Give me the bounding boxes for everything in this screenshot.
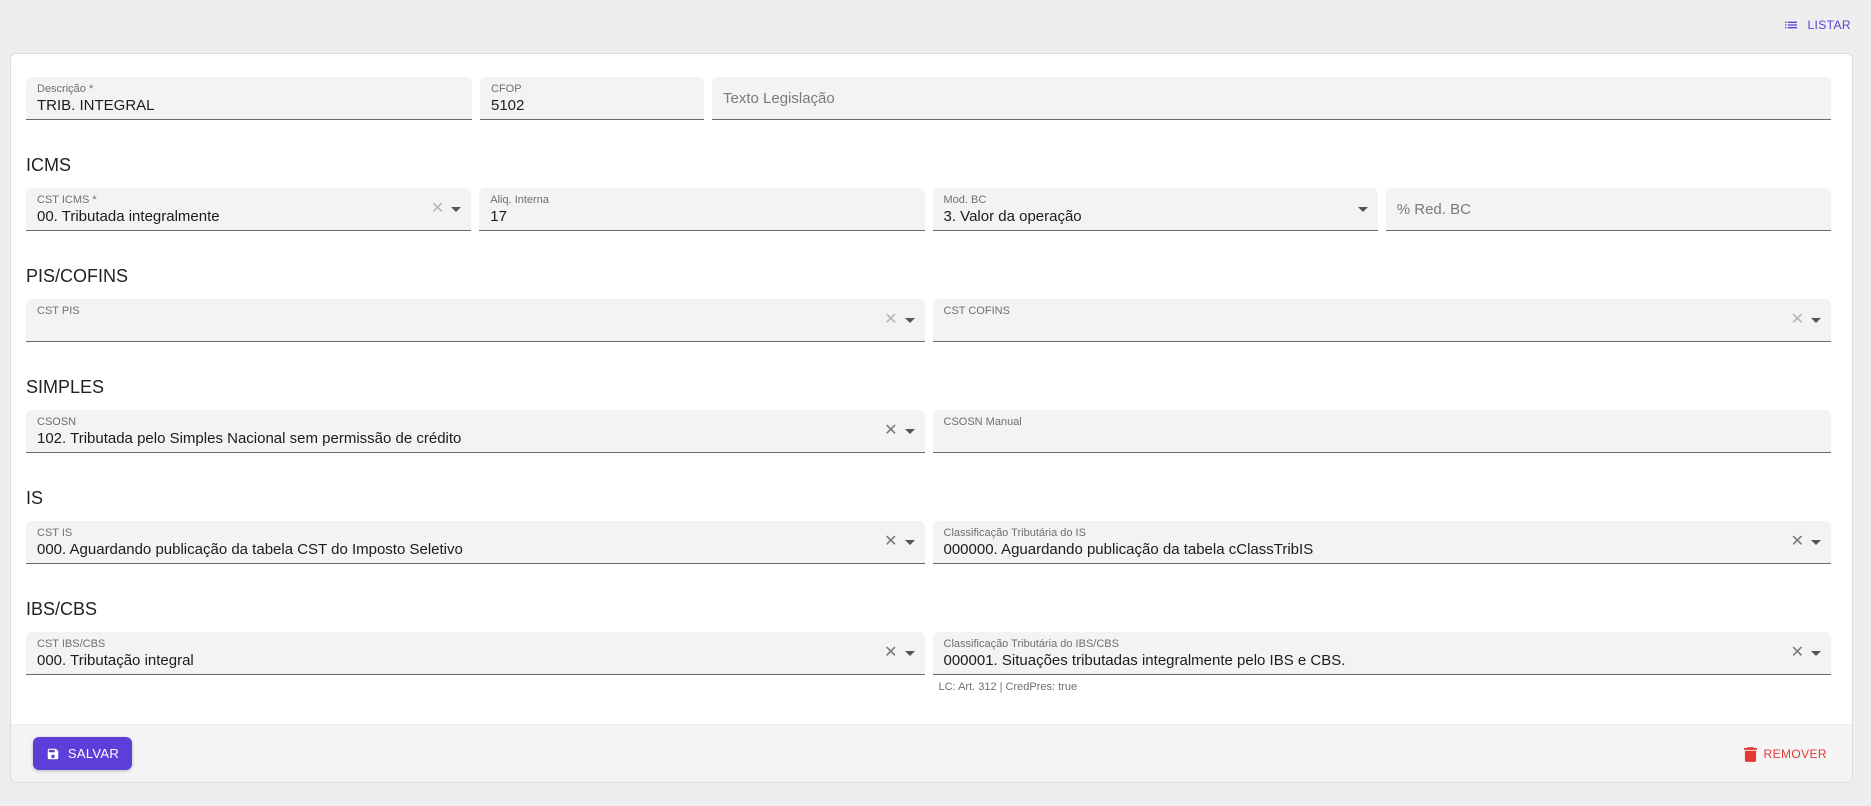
ibs-cbs-section-title: IBS/CBS <box>26 599 98 619</box>
cst-ibs-cbs-select[interactable]: CST IBS/CBS 000. Tributação integral ✕ <box>26 632 925 675</box>
cst-ibs-cbs-value: 000. Tributação integral <box>37 652 194 669</box>
cst-cofins-label: CST COFINS <box>943 305 1010 317</box>
general-row: Descrição * TRIB. INTEGRAL CFOP 5102 Tex… <box>26 77 1831 120</box>
save-button-label: SALVAR <box>67 746 120 761</box>
chevron-down-icon[interactable] <box>1811 651 1821 656</box>
cst-icms-value: 00. Tributada integralmente <box>37 208 220 225</box>
icms-row: CST ICMS * 00. Tributada integralmente ✕… <box>26 188 1831 231</box>
list-icon <box>1785 21 1798 29</box>
clear-icon[interactable]: ✕ <box>884 311 897 329</box>
cst-pis-label: CST PIS <box>37 305 80 317</box>
pis-cofins-row: CST PIS ✕ CST COFINS ✕ <box>26 299 1831 342</box>
chevron-down-icon[interactable] <box>451 207 462 212</box>
is-section-title: IS <box>26 488 44 508</box>
mod-bc-value: 3. Valor da operação <box>943 208 1082 225</box>
class-trib-ibs-cbs-select[interactable]: Classificação Tributária do IBS/CBS 0000… <box>932 632 1831 675</box>
chevron-down-icon[interactable] <box>1357 207 1368 212</box>
texto-legislacao-field[interactable]: Texto Legislação <box>712 77 1831 120</box>
csosn-select[interactable]: CSOSN 102. Tributada pelo Simples Nacion… <box>26 410 925 453</box>
remove-button-label: REMOVER <box>1763 747 1827 761</box>
chevron-down-icon[interactable] <box>904 651 915 656</box>
top-bar: LISTAR <box>0 0 1871 50</box>
csosn-manual-label: CSOSN Manual <box>943 416 1022 428</box>
list-button[interactable]: LISTAR <box>1783 14 1851 36</box>
descricao-field[interactable]: Descrição * TRIB. INTEGRAL <box>26 77 472 120</box>
cfop-label: CFOP <box>491 83 522 95</box>
form-footer: SALVAR REMOVER <box>11 724 1852 782</box>
clear-icon[interactable]: ✕ <box>884 422 897 440</box>
save-button[interactable]: SALVAR <box>33 737 132 770</box>
clear-icon[interactable]: ✕ <box>884 644 897 662</box>
class-trib-is-value: 000000. Aguardando publicação da tabela … <box>943 541 1314 558</box>
clear-icon[interactable]: ✕ <box>431 200 444 218</box>
cst-pis-select[interactable]: CST PIS ✕ <box>26 299 925 342</box>
class-trib-ibs-cbs-hint: LC: Art. 312 | CredPres: true <box>938 681 1078 693</box>
mod-bc-select[interactable]: Mod. BC 3. Valor da operação <box>932 188 1378 231</box>
chevron-down-icon[interactable] <box>904 429 915 434</box>
cst-is-select[interactable]: CST IS 000. Aguardando publicação da tab… <box>26 521 925 564</box>
ibs-cbs-row: CST IBS/CBS 000. Tributação integral ✕ C… <box>26 632 1831 675</box>
csosn-label: CSOSN <box>37 416 77 428</box>
chevron-down-icon[interactable] <box>904 540 915 545</box>
chevron-down-icon[interactable] <box>1811 540 1821 545</box>
clear-icon[interactable]: ✕ <box>1791 533 1804 551</box>
cst-ibs-cbs-label: CST IBS/CBS <box>37 638 106 650</box>
class-trib-is-select[interactable]: Classificação Tributária do IS 000000. A… <box>932 521 1831 564</box>
simples-section-title: SIMPLES <box>26 377 105 397</box>
clear-icon[interactable]: ✕ <box>1791 311 1804 329</box>
cst-icms-select[interactable]: CST ICMS * 00. Tributada integralmente ✕ <box>26 188 472 231</box>
list-button-label: LISTAR <box>1807 18 1851 32</box>
descricao-value: TRIB. INTEGRAL <box>37 97 155 114</box>
chevron-down-icon[interactable] <box>904 318 915 323</box>
form-card: Descrição * TRIB. INTEGRAL CFOP 5102 Tex… <box>10 53 1853 783</box>
save-icon <box>47 748 59 759</box>
cst-cofins-select[interactable]: CST COFINS ✕ <box>932 299 1831 342</box>
descricao-label: Descrição * <box>37 83 94 95</box>
red-bc-placeholder: % Red. BC <box>1396 201 1471 218</box>
csosn-value: 102. Tributada pelo Simples Nacional sem… <box>37 430 462 447</box>
class-trib-is-label: Classificação Tributária do IS <box>943 527 1086 539</box>
is-row: CST IS 000. Aguardando publicação da tab… <box>26 521 1831 564</box>
cst-is-label: CST IS <box>37 527 73 539</box>
aliq-interna-label: Aliq. Interna <box>490 194 549 206</box>
trash-icon <box>1743 746 1757 762</box>
cst-icms-label: CST ICMS * <box>37 194 97 206</box>
clear-icon[interactable]: ✕ <box>884 533 897 551</box>
aliq-interna-field[interactable]: Aliq. Interna 17 <box>479 188 925 231</box>
cfop-value: 5102 <box>491 97 525 114</box>
csosn-manual-field[interactable]: CSOSN Manual <box>932 410 1831 453</box>
class-trib-ibs-cbs-label: Classificação Tributária do IBS/CBS <box>943 638 1119 650</box>
simples-row: CSOSN 102. Tributada pelo Simples Nacion… <box>26 410 1831 453</box>
red-bc-field[interactable]: % Red. BC <box>1385 188 1831 231</box>
icms-section-title: ICMS <box>26 155 71 175</box>
clear-icon[interactable]: ✕ <box>1791 644 1804 662</box>
hint-row: LC: Art. 312 | CredPres: true <box>26 675 1831 693</box>
pis-cofins-section-title: PIS/COFINS <box>26 266 129 286</box>
cfop-field[interactable]: CFOP 5102 <box>480 77 704 120</box>
chevron-down-icon[interactable] <box>1811 318 1821 323</box>
aliq-interna-value: 17 <box>490 208 507 225</box>
cst-is-value: 000. Aguardando publicação da tabela CST… <box>37 541 463 558</box>
texto-legislacao-placeholder: Texto Legislação <box>723 90 835 107</box>
form-content: Descrição * TRIB. INTEGRAL CFOP 5102 Tex… <box>26 77 1831 693</box>
class-trib-ibs-cbs-value: 000001. Situações tributadas integralmen… <box>943 652 1346 669</box>
remove-button[interactable]: REMOVER <box>1743 745 1827 763</box>
mod-bc-label: Mod. BC <box>943 194 987 206</box>
